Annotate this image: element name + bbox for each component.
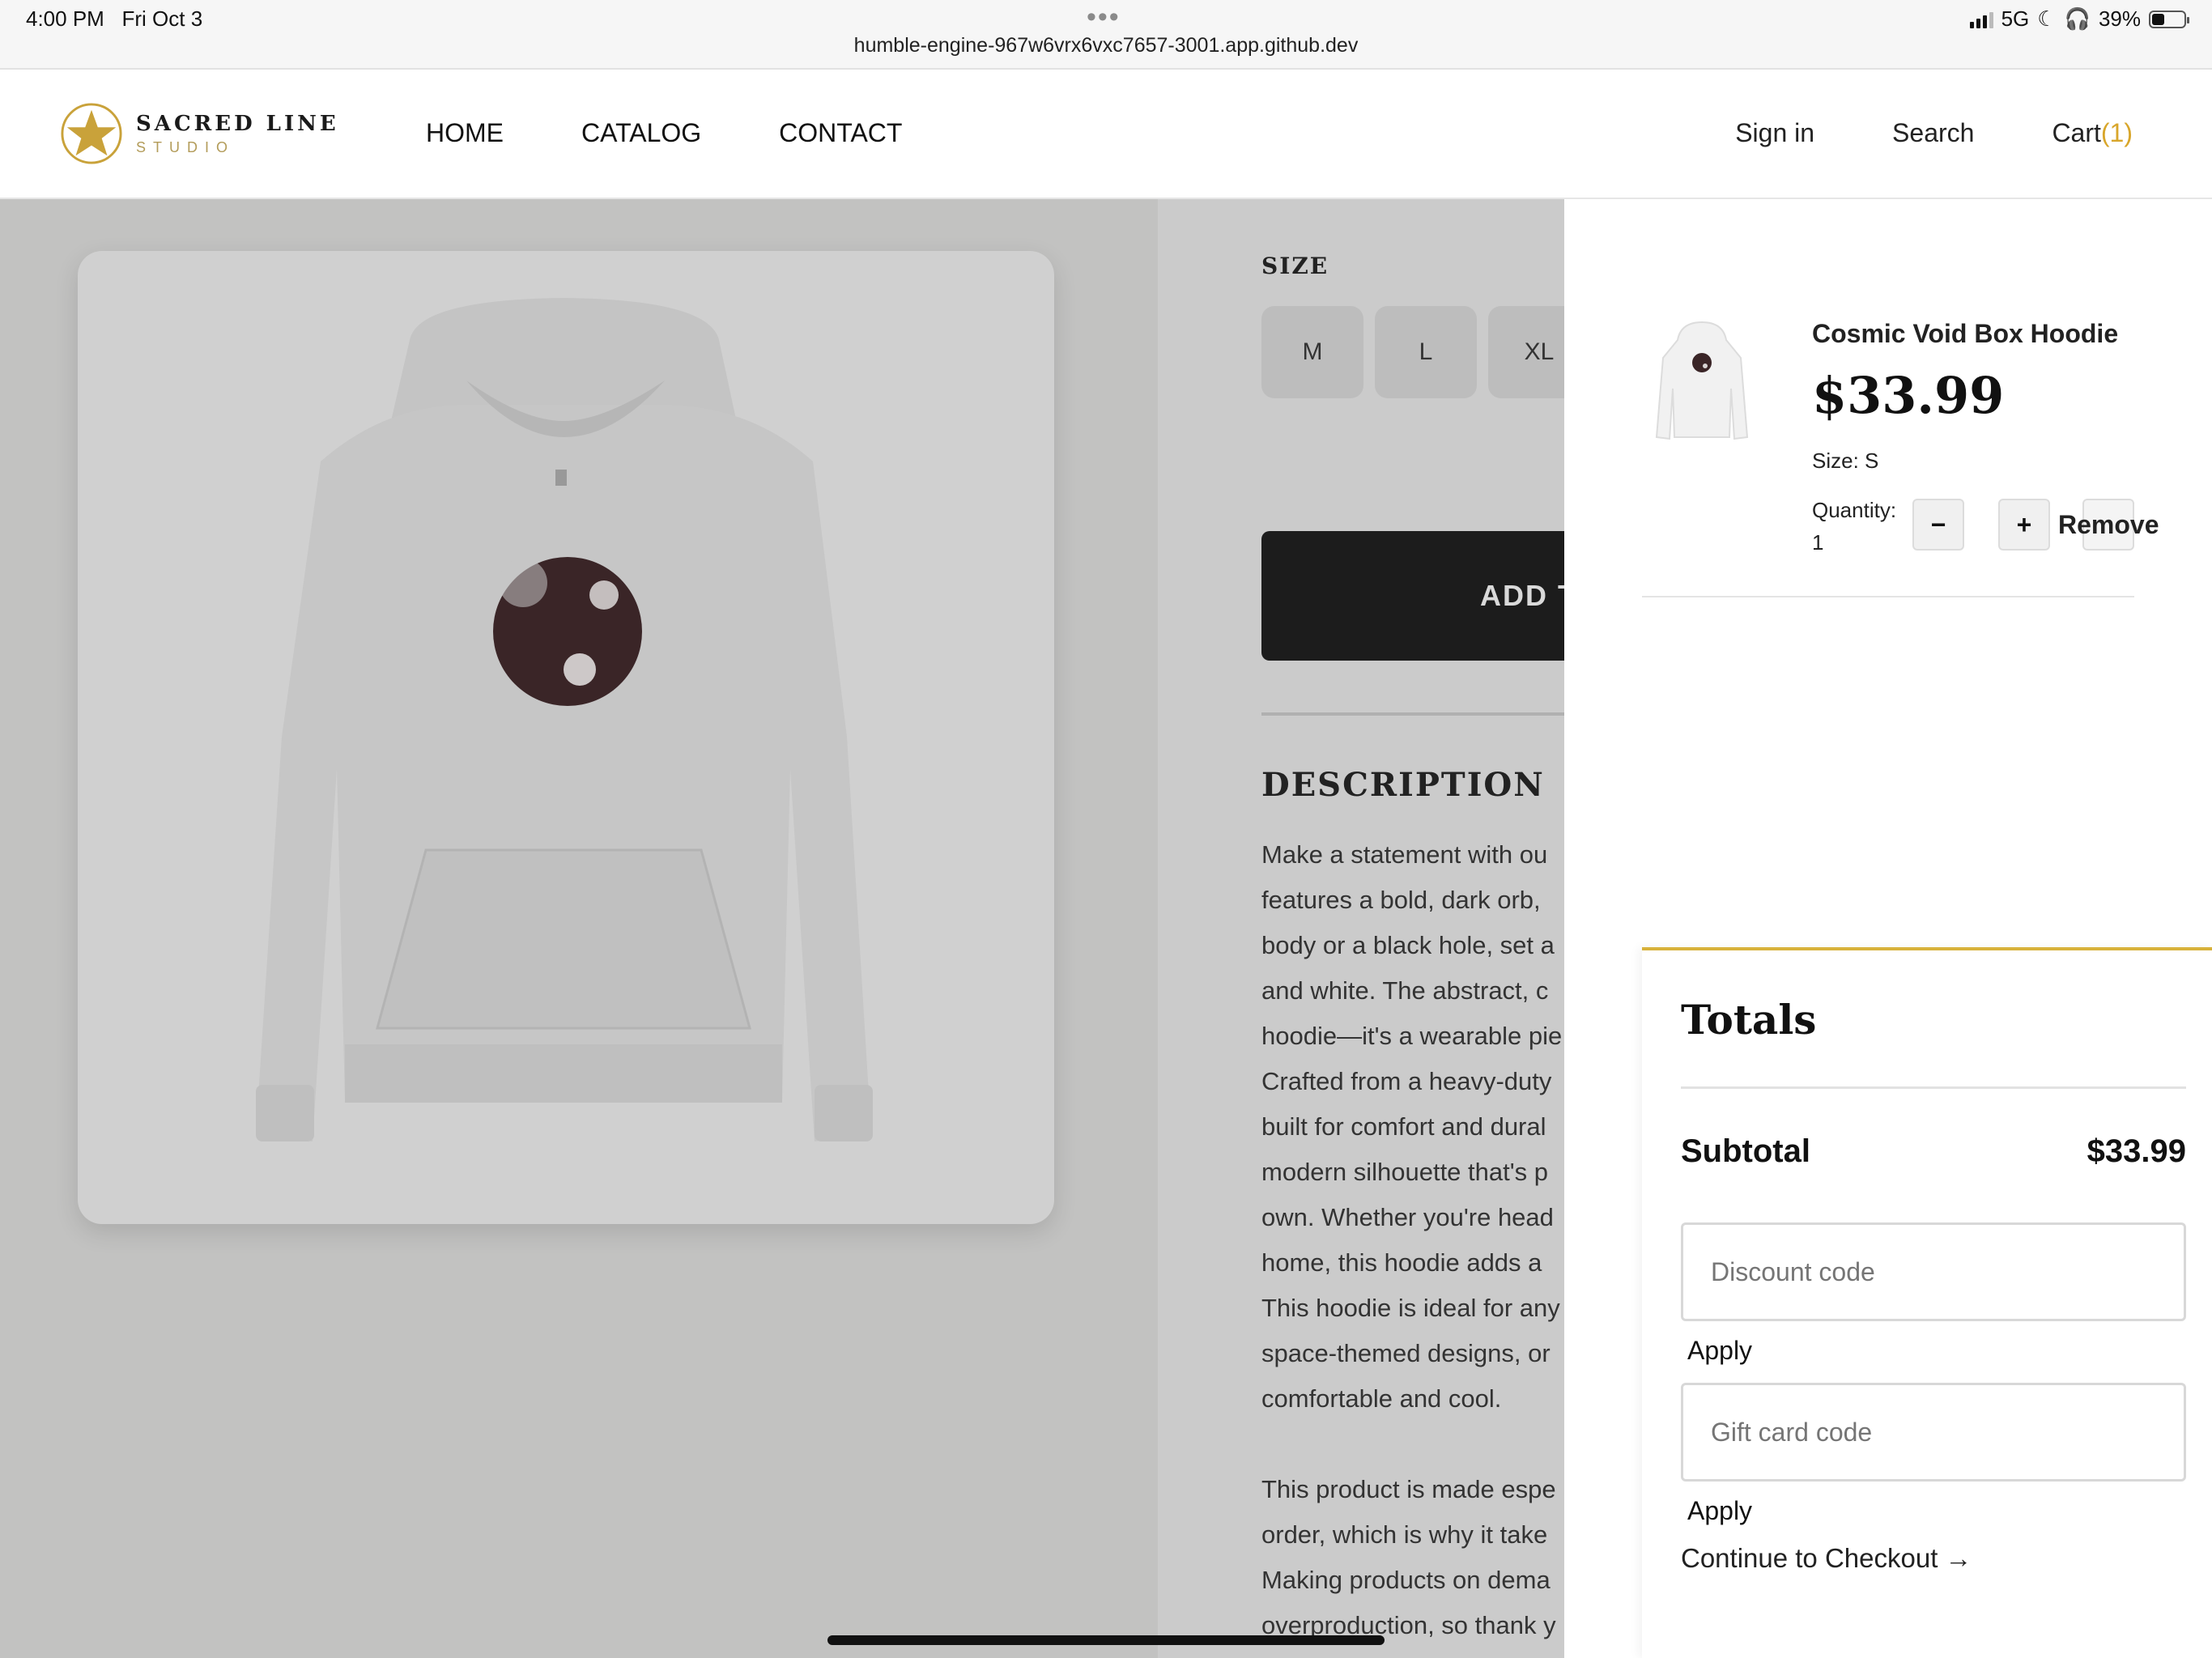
continue-to-checkout-link[interactable]: Continue to Checkout → [1681, 1543, 1972, 1574]
remove-button[interactable]: Remove [2058, 510, 2159, 540]
cart-item-price: $33.99 [1812, 366, 2005, 425]
cart-count-badge: (1) [2100, 118, 2133, 147]
quantity-increment-button[interactable]: + [1998, 499, 2050, 551]
cart-label: Cart [2052, 118, 2101, 147]
address-url[interactable]: humble-engine-967w6vrx6vxc7657-3001.app.… [0, 34, 2212, 57]
product-gallery [0, 199, 1158, 1658]
nav-home[interactable]: HOME [426, 118, 504, 148]
gift-card-input[interactable] [1681, 1383, 2186, 1482]
battery-icon [2149, 10, 2189, 28]
battery-percent: 39% [2098, 6, 2141, 31]
size-option-m[interactable]: M [1261, 306, 1363, 398]
brand-sub: STUDIO [136, 138, 236, 155]
star-logo-icon [61, 103, 122, 164]
status-indicators: 5G ☾ 🎧 39% [1969, 6, 2189, 32]
brand-logo[interactable]: SACRED LINE STUDIO [60, 102, 339, 165]
totals-title: Totals [1681, 996, 1817, 1044]
subtotal-label: Subtotal [1681, 1133, 1810, 1169]
more-dots-icon[interactable]: ••• [1087, 2, 1121, 33]
status-bar: 4:00 PM Fri Oct 3 ••• humble-engine-967w… [0, 0, 2212, 70]
cart-item-thumbnail[interactable] [1653, 316, 1750, 445]
quantity-value: 1 [1812, 530, 1824, 555]
nav-catalog[interactable]: CATALOG [581, 118, 701, 148]
totals-panel: Totals Subtotal $33.99 Apply Apply Conti… [1642, 947, 2212, 1658]
home-indicator[interactable] [827, 1635, 1385, 1645]
subtotal-value: $33.99 [2087, 1133, 2186, 1169]
header-actions: Sign in Search Cart(1) [1735, 118, 2133, 148]
totals-divider [1681, 1086, 2186, 1089]
apply-discount-button[interactable]: Apply [1687, 1336, 1752, 1366]
status-time: 4:00 PM Fri Oct 3 [26, 6, 203, 31]
description-title: DESCRIPTION [1261, 766, 1545, 804]
signal-icon [1969, 11, 1993, 28]
headphones-icon: 🎧 [2064, 6, 2091, 31]
quantity-decrement-button[interactable]: − [1912, 499, 1964, 551]
discount-code-input[interactable] [1681, 1222, 2186, 1321]
hoodie-image [256, 298, 873, 1141]
size-option-l[interactable]: L [1375, 306, 1477, 398]
moon-icon: ☾ [2037, 6, 2057, 31]
item-divider [1642, 596, 2134, 597]
quantity-caption: Quantity: [1812, 498, 1897, 522]
apply-gift-card-button[interactable]: Apply [1687, 1496, 1752, 1526]
site-header: SACRED LINE STUDIO HOME CATALOG CONTACT … [0, 71, 2212, 199]
cart-item-size: Size: S [1812, 449, 1879, 473]
sign-in-link[interactable]: Sign in [1735, 118, 1814, 148]
cart-link[interactable]: Cart(1) [2052, 118, 2133, 148]
quantity-label: Quantity: 1 [1812, 494, 1909, 559]
nav-contact[interactable]: CONTACT [779, 118, 902, 148]
cart-item-name[interactable]: Cosmic Void Box Hoodie [1812, 319, 2118, 349]
main-nav: HOME CATALOG CONTACT [426, 118, 902, 148]
search-link[interactable]: Search [1892, 118, 1974, 148]
product-image-card [78, 251, 1054, 1224]
cart-drawer: Cosmic Void Box Hoodie $33.99 Size: S Qu… [1564, 199, 2212, 1658]
network-label: 5G [2001, 6, 2030, 31]
size-label: SIZE [1261, 253, 1329, 279]
brand-name: SACRED LINE [136, 111, 339, 136]
